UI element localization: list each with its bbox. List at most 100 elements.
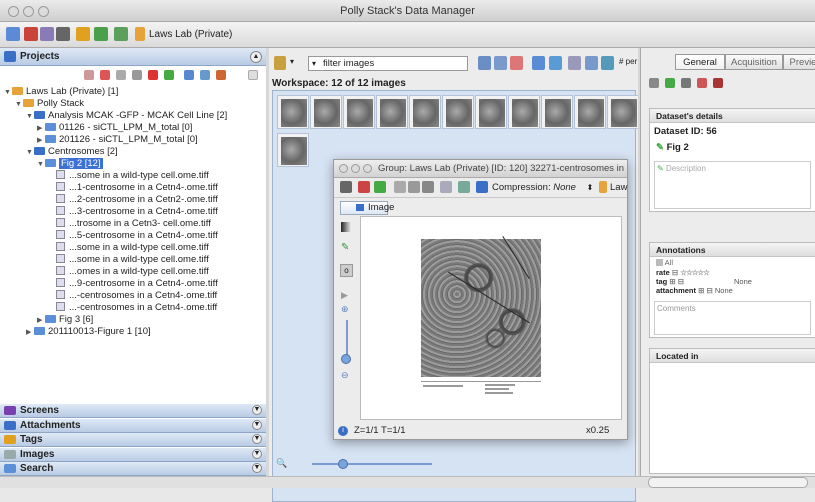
viewer-minimize-button[interactable] [351, 164, 360, 173]
grid-icon[interactable] [56, 27, 70, 41]
description-field[interactable]: ✎ Description [654, 161, 811, 209]
refresh-icon[interactable] [164, 70, 174, 80]
comments-field[interactable]: Comments [654, 301, 811, 335]
import-icon[interactable] [358, 181, 370, 193]
image-thumbnail[interactable] [442, 95, 474, 129]
all-filter[interactable]: All [650, 257, 815, 268]
import-icon[interactable] [100, 70, 110, 80]
collapse-icon[interactable]: ▲ [250, 51, 262, 63]
tab-preview[interactable]: Previe [783, 54, 815, 70]
paste-icon[interactable] [132, 70, 142, 80]
rating-stars[interactable]: ☆☆☆☆☆ [680, 268, 710, 277]
tag-icon[interactable] [216, 70, 226, 80]
refresh-icon[interactable] [665, 78, 675, 88]
image-node[interactable]: ...some in a wild-type cell.ome.tiff [48, 170, 209, 182]
image-node[interactable]: ...trosome in a Cetn3- cell.ome.tiff [48, 218, 211, 230]
publish-icon[interactable] [697, 78, 707, 88]
tab-acquisition[interactable]: Acquisition [725, 54, 783, 70]
zoom-slider-track[interactable] [312, 463, 432, 465]
action-icon[interactable] [274, 56, 286, 70]
tree-node[interactable]: ▼ Laws Lab (Private) [1] [4, 86, 118, 98]
copy-icon[interactable] [116, 70, 126, 80]
tree-icon[interactable] [40, 27, 54, 41]
expanded-triangle-icon[interactable]: ▼ [4, 87, 12, 99]
image-node[interactable]: ...-centrosomes in a Cetn4-.ome.tiff [48, 302, 217, 314]
split-view-icon[interactable] [510, 56, 523, 70]
image-node[interactable]: ...2-centrosome in a Cetn2-.ome.tiff [48, 194, 218, 206]
image-thumbnail[interactable] [508, 95, 540, 129]
zoom-slider-thumb[interactable] [338, 459, 348, 469]
zoom-out-icon[interactable]: 🔍 [276, 458, 287, 469]
paste-icon[interactable] [408, 181, 420, 193]
copy-icon[interactable] [394, 181, 406, 193]
image-thumbnail[interactable] [310, 95, 342, 129]
layout-icon[interactable] [585, 56, 598, 70]
refresh-icon[interactable] [94, 27, 108, 41]
image-thumbnail[interactable] [277, 133, 309, 167]
expanded-triangle-icon[interactable]: ▼ [26, 111, 34, 123]
panel-header-screens[interactable]: Screens ▼ [0, 404, 268, 418]
microscopy-image[interactable] [421, 236, 541, 377]
image-thumbnail[interactable] [541, 95, 573, 129]
refresh-icon[interactable] [374, 181, 386, 193]
left-splitter[interactable] [266, 48, 269, 476]
tree-node[interactable]: ▼ Fig 2 [12] [37, 158, 103, 170]
compression-selector[interactable]: Compression: None ⬍ [492, 182, 593, 193]
dataset-name-field[interactable]: ✎ Fig 2 [650, 140, 815, 155]
image-node[interactable]: ...-centrosomes in a Cetn4-.ome.tiff [48, 290, 217, 302]
search-icon[interactable]: ◌ [378, 202, 383, 212]
filter-dropdown-icon[interactable]: ▾ [312, 57, 316, 70]
measure-icon[interactable] [458, 181, 470, 193]
tree-node[interactable]: ▶ Fig 3 [6] [37, 314, 93, 326]
group-short-label[interactable]: Law [610, 182, 627, 193]
collapsed-triangle-icon[interactable]: ▶ [26, 327, 34, 339]
zoom-out-icon[interactable]: ⊖ [341, 370, 349, 381]
import-icon[interactable] [24, 27, 38, 41]
image-node[interactable]: ...omes in a wild-type cell.ome.tiff [48, 266, 209, 278]
share-icon[interactable] [114, 27, 128, 41]
filter-images-input[interactable]: ▾ filter images [308, 56, 468, 71]
image-canvas[interactable] [360, 216, 622, 420]
tab-general[interactable]: General [675, 54, 725, 70]
pencil-icon[interactable]: ✎ [341, 242, 349, 253]
add-tag-icon[interactable]: ⊞ ⊟ [669, 277, 684, 286]
info-icon[interactable]: i [338, 426, 348, 436]
image-node[interactable]: ...1-centrosome in a Cetn4-.ome.tiff [48, 182, 218, 194]
expand-icon[interactable]: ▼ [252, 434, 262, 444]
expanded-triangle-icon[interactable]: ▼ [15, 99, 23, 111]
image-node[interactable]: ...some in a wild-type cell.ome.tiff [48, 254, 209, 266]
expand-icon[interactable]: ▼ [252, 463, 262, 473]
expanded-triangle-icon[interactable]: ▼ [26, 147, 34, 159]
image-thumbnail[interactable] [277, 95, 309, 129]
viewer-zoom-button[interactable] [363, 164, 372, 173]
hierarchy-view-icon[interactable] [6, 27, 20, 41]
info-icon[interactable] [200, 70, 210, 80]
image-thumbnail[interactable] [409, 95, 441, 129]
play-icon[interactable]: ▶ [341, 290, 348, 301]
delete-icon[interactable] [148, 70, 158, 80]
analysis-icon[interactable] [713, 78, 723, 88]
browse-icon[interactable] [681, 78, 691, 88]
save-icon[interactable] [568, 56, 581, 70]
z-slider-thumb[interactable] [341, 354, 351, 364]
tree-node[interactable]: ▶ 01126 - siCTL_LPM_M_total [0] [37, 122, 192, 134]
expand-icon[interactable]: ▼ [252, 405, 262, 415]
panel-header-images[interactable]: Images ▼ [0, 447, 268, 462]
zoom-window-button[interactable] [38, 6, 49, 17]
info-icon[interactable] [549, 56, 562, 70]
save-icon[interactable] [649, 78, 659, 88]
edit-pencil-icon[interactable]: ✎ [656, 142, 664, 153]
image-node[interactable]: ...9-centrosome in a Cetn4-.ome.tiff [48, 278, 218, 290]
image-node[interactable]: ...3-centrosome in a Cetn4-.ome.tiff [48, 206, 218, 218]
filter-icon[interactable] [184, 70, 194, 80]
projects-panel-header[interactable]: Projects ▲ [0, 48, 268, 66]
expand-icon[interactable]: ▼ [252, 419, 262, 430]
tree-node[interactable]: ▼ Centrosomes [2] [26, 146, 118, 158]
viewer-close-button[interactable] [339, 164, 348, 173]
panel-header-tags[interactable]: Tags ▼ [0, 433, 268, 447]
image-thumbnail[interactable] [574, 95, 606, 129]
image-thumbnail[interactable] [607, 95, 639, 129]
tree-node[interactable]: ▼ Analysis MCAK -GFP - MCAK Cell Line [2] [26, 110, 227, 122]
arrange-icon[interactable] [601, 56, 614, 70]
add-attachment-icon[interactable]: ⊞ ⊟ [698, 286, 713, 295]
